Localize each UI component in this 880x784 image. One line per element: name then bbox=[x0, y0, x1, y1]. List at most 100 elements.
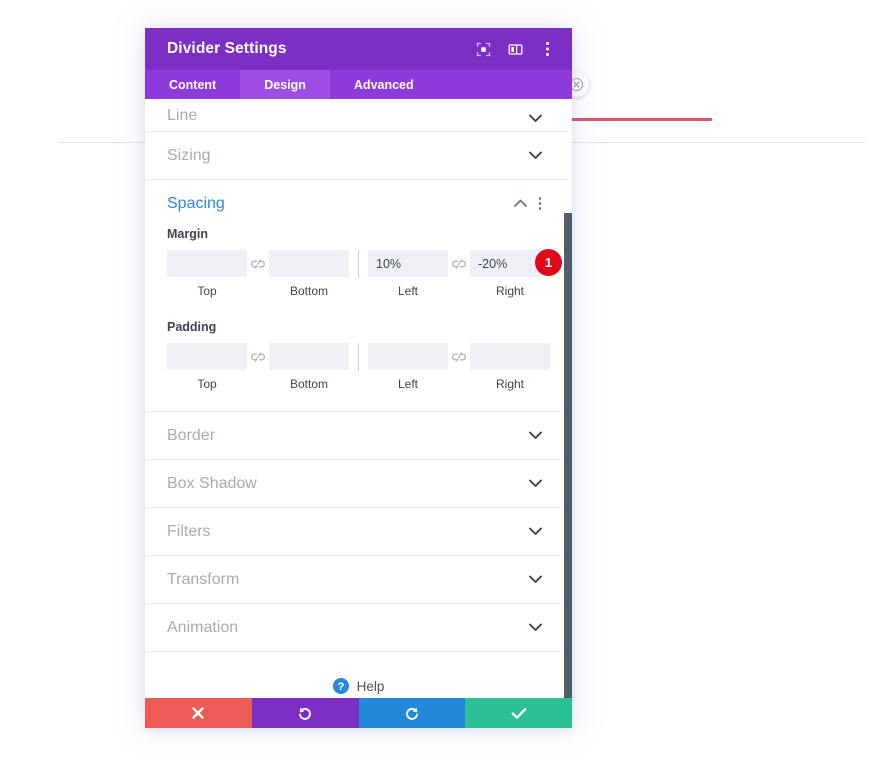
padding-right-caption: Right bbox=[495, 377, 524, 391]
tab-design[interactable]: Design bbox=[240, 70, 330, 99]
broken-link-icon[interactable] bbox=[448, 343, 470, 370]
chevron-down-icon[interactable] bbox=[528, 111, 542, 125]
section-filters-header[interactable]: Filters bbox=[145, 508, 572, 555]
modal-title: Divider Settings bbox=[167, 40, 287, 57]
padding-horizontal-group: Left Right bbox=[368, 343, 550, 391]
margin-right-cell: 1 Right bbox=[470, 249, 562, 298]
margin-bottom-cell: Bottom bbox=[269, 250, 349, 298]
chevron-down-icon[interactable] bbox=[528, 621, 542, 635]
margin-row-separator bbox=[358, 250, 359, 278]
section-transform-label: Transform bbox=[167, 570, 240, 588]
padding-left-caption: Left bbox=[397, 377, 418, 391]
margin-top-cell: Top bbox=[167, 250, 247, 298]
help-area: ? Help bbox=[145, 652, 572, 698]
section-animation: Animation bbox=[145, 604, 572, 652]
padding-bottom-cell: Bottom bbox=[269, 343, 349, 391]
section-sizing-label: Sizing bbox=[167, 146, 211, 164]
layout-columns-icon[interactable] bbox=[506, 40, 524, 58]
section-line-header[interactable]: Line bbox=[145, 99, 572, 131]
redo-icon bbox=[406, 707, 418, 720]
modal-footer bbox=[145, 698, 572, 728]
padding-row-separator bbox=[358, 343, 359, 371]
modal-header: Divider Settings bbox=[145, 28, 572, 70]
padding-group-label: Padding bbox=[167, 320, 217, 334]
margin-top-input[interactable] bbox=[167, 250, 247, 277]
section-box-shadow-label: Box Shadow bbox=[167, 474, 257, 492]
discard-button[interactable] bbox=[145, 698, 252, 728]
broken-link-icon[interactable] bbox=[448, 250, 470, 277]
section-filters-actions bbox=[528, 525, 542, 539]
chevron-down-icon[interactable] bbox=[528, 149, 542, 163]
broken-link-icon[interactable] bbox=[247, 250, 269, 277]
chevron-down-icon[interactable] bbox=[528, 525, 542, 539]
chevron-down-icon[interactable] bbox=[528, 477, 542, 491]
margin-vertical-group: Top Bottom bbox=[167, 250, 349, 298]
help-circle-icon: ? bbox=[332, 678, 349, 694]
padding-bottom-input[interactable] bbox=[269, 343, 349, 370]
chevron-up-icon[interactable] bbox=[513, 197, 527, 211]
section-animation-header[interactable]: Animation bbox=[145, 604, 572, 651]
section-transform: Transform bbox=[145, 556, 572, 604]
padding-right-input[interactable] bbox=[470, 343, 550, 370]
margin-left-input[interactable] bbox=[368, 250, 448, 277]
margin-field-row: Top Bottom 10% Left -20% 1 Right bbox=[167, 249, 562, 298]
chevron-down-icon[interactable] bbox=[528, 573, 542, 587]
margin-top-caption: Top bbox=[197, 284, 217, 298]
section-line-label: Line bbox=[167, 107, 198, 124]
section-spacing: Spacing Margin Top Bottom 10% Left -20% … bbox=[145, 180, 572, 412]
modal-body: Line Sizing Spacing Margin Top Bottom 10… bbox=[145, 99, 572, 698]
margin-horizontal-group: Left 1 Right bbox=[368, 249, 562, 298]
status-badge[interactable]: 1 bbox=[535, 249, 562, 276]
modal-tabs: Content Design Advanced bbox=[145, 70, 572, 99]
padding-right-cell: Right bbox=[470, 343, 550, 391]
chevron-down-icon[interactable] bbox=[528, 429, 542, 443]
margin-right-caption: Right bbox=[495, 284, 524, 298]
more-options-icon[interactable] bbox=[538, 40, 556, 58]
padding-bottom-caption: Bottom bbox=[289, 377, 328, 391]
section-transform-header[interactable]: Transform bbox=[145, 556, 572, 603]
section-filters-label: Filters bbox=[167, 522, 211, 540]
check-icon bbox=[511, 707, 527, 719]
section-spacing-header[interactable]: Spacing bbox=[145, 180, 572, 227]
help-button[interactable]: ? Help bbox=[332, 678, 385, 694]
section-line: Line bbox=[145, 99, 572, 132]
section-filters: Filters bbox=[145, 508, 572, 556]
margin-bottom-input[interactable] bbox=[269, 250, 349, 277]
undo-button[interactable] bbox=[251, 698, 359, 728]
section-spacing-label: Spacing bbox=[167, 194, 225, 212]
tab-advanced[interactable]: Advanced bbox=[330, 70, 438, 99]
undo-icon bbox=[299, 707, 311, 720]
margin-left-cell: Left bbox=[368, 250, 448, 298]
section-animation-actions bbox=[528, 621, 542, 635]
section-box-shadow-header[interactable]: Box Shadow bbox=[145, 460, 572, 507]
section-sizing: Sizing bbox=[145, 132, 572, 180]
section-animation-label: Animation bbox=[167, 618, 239, 636]
section-spacing-actions bbox=[513, 196, 542, 211]
margin-bottom-caption: Bottom bbox=[289, 284, 328, 298]
save-button[interactable] bbox=[465, 698, 572, 728]
tab-content[interactable]: Content bbox=[145, 70, 240, 99]
padding-vertical-group: Top Bottom bbox=[167, 343, 349, 391]
help-label: Help bbox=[356, 678, 385, 694]
padding-left-input[interactable] bbox=[368, 343, 448, 370]
margin-group-label: Margin bbox=[167, 227, 208, 241]
padding-left-cell: Left bbox=[368, 343, 448, 391]
spacing-fields: Margin Top Bottom 10% Left -20% 1 Right … bbox=[145, 227, 572, 411]
section-sizing-header[interactable]: Sizing bbox=[145, 132, 572, 179]
section-border-actions bbox=[528, 429, 542, 443]
padding-field-row: Top Bottom Left Right bbox=[167, 343, 550, 391]
section-transform-actions bbox=[528, 573, 542, 587]
broken-link-icon[interactable] bbox=[247, 343, 269, 370]
padding-top-input[interactable] bbox=[167, 343, 247, 370]
margin-left-caption: Left bbox=[397, 284, 418, 298]
red-divider-line bbox=[560, 118, 712, 121]
spacing-more-options-icon[interactable] bbox=[538, 196, 542, 211]
section-border-label: Border bbox=[167, 426, 216, 444]
padding-top-caption: Top bbox=[197, 377, 217, 391]
section-border-header[interactable]: Border bbox=[145, 412, 572, 459]
focus-target-icon[interactable] bbox=[474, 40, 492, 58]
redo-button[interactable] bbox=[358, 698, 466, 728]
svg-text:?: ? bbox=[337, 681, 344, 693]
section-line-actions bbox=[528, 111, 542, 125]
vertical-scrollbar[interactable] bbox=[564, 213, 572, 698]
